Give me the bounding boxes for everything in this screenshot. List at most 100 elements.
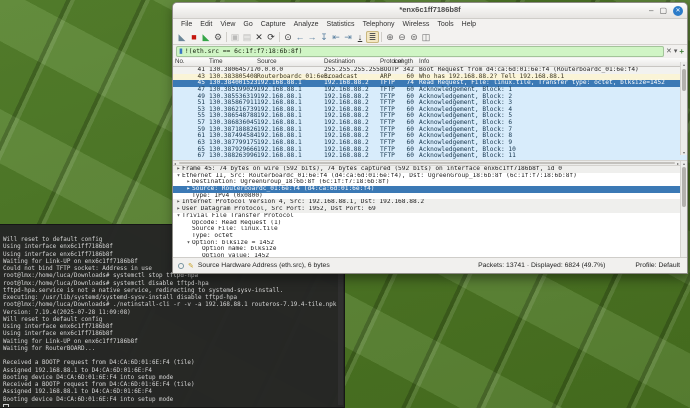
status-bar: ✎ Source Hardware Address (eth.src), 6 b… <box>173 257 687 273</box>
add-filter-button[interactable]: + <box>679 47 684 56</box>
clear-filter-icon[interactable]: ✕ <box>666 47 672 56</box>
capture-options-icon[interactable]: ⚙ <box>212 31 224 43</box>
colorize-icon[interactable]: ≣ <box>366 31 379 43</box>
cell-info: Acknowledgement, Block: 11 <box>419 153 516 160</box>
terminal-cursor <box>3 404 9 408</box>
detail-row[interactable]: Type: octet <box>173 233 687 240</box>
expander-icon[interactable]: ▾ <box>175 213 182 220</box>
terminal-line: Received a BOOTP request from D4:CA:6D:0… <box>3 360 344 367</box>
menu-analyze[interactable]: Analyze <box>290 21 323 28</box>
expander-icon[interactable]: ▸ <box>185 179 192 186</box>
indent-spacer <box>185 220 192 227</box>
hscroll-thumb[interactable] <box>179 162 675 164</box>
detail-row[interactable]: Source File: linux.tile <box>173 226 687 233</box>
auto-scroll-icon[interactable]: ↓ <box>354 31 366 43</box>
expander-icon[interactable]: ▸ <box>175 166 182 173</box>
terminal-line: Will reset to default config <box>3 317 344 324</box>
menu-go[interactable]: Go <box>239 21 256 28</box>
stop-capture-icon[interactable]: ■ <box>188 31 200 43</box>
expander-icon[interactable]: ▾ <box>185 240 192 247</box>
go-forward-icon[interactable]: → <box>306 31 318 43</box>
scroll-down-icon[interactable]: ▾ <box>681 150 687 155</box>
terminal-line: root@lmx:/home/luca/Downloads# systemctl… <box>3 281 344 288</box>
cell-no: 67 <box>175 153 205 160</box>
expert-info-icon[interactable] <box>178 263 184 269</box>
detail-row[interactable]: ▸Destination: UgreenGroup_18:6b:8f (6c:1… <box>173 179 687 186</box>
filter-bookmark-icon[interactable]: ▮ <box>179 47 183 56</box>
start-capture-icon[interactable]: ◣ <box>176 31 188 43</box>
menu-view[interactable]: View <box>216 21 239 28</box>
close-button[interactable]: ✕ <box>673 6 683 16</box>
scroll-up-icon[interactable]: ▴ <box>681 62 687 67</box>
zoom-100-icon[interactable]: ⊜ <box>408 31 420 43</box>
zoom-out-icon[interactable]: ⊖ <box>396 31 408 43</box>
packet-list-header[interactable]: No.TimeSourceDestinationProtocolLengthIn… <box>173 58 687 67</box>
detail-row[interactable]: ▾Trivial File Transfer Protocol <box>173 213 687 220</box>
menu-edit[interactable]: Edit <box>196 21 216 28</box>
menu-help[interactable]: Help <box>458 21 480 28</box>
detail-row[interactable]: ▾Ethernet II, Src: Routerboardc_01:6e:f4… <box>173 173 687 180</box>
detail-row[interactable]: Opcode: Read Request (1) <box>173 220 687 227</box>
column-header-time[interactable]: Time <box>209 58 223 66</box>
display-filter-input[interactable]: ▮ !(eth.src == 6c:1f:f7:18:6b:8f) <box>176 46 664 57</box>
last-packet-icon[interactable]: ⇥ <box>342 31 354 43</box>
detail-row[interactable]: Type: IPv4 (0x0800) <box>173 193 687 200</box>
go-back-icon[interactable]: ← <box>294 31 306 43</box>
restart-capture-icon[interactable]: ◣ <box>200 31 212 43</box>
detail-row[interactable]: ▸Source: Routerboardc_01:6e:f4 (d4:ca:6d… <box>173 186 687 193</box>
detail-row[interactable]: Option name: blksize <box>173 246 687 253</box>
column-header-src[interactable]: Source <box>257 58 277 66</box>
menu-capture[interactable]: Capture <box>257 21 290 28</box>
detail-row[interactable]: ▸User Datagram Protocol, Src Port: 1952,… <box>173 206 687 213</box>
find-packet-icon[interactable]: ⊙ <box>282 31 294 43</box>
expander-icon[interactable]: ▸ <box>185 186 192 193</box>
cell-time: 130.388263996 <box>209 153 257 160</box>
main-toolbar: ◣■◣⚙▣▤✕⟳⊙←→↧⇤⇥↓≣⊕⊖⊜◫ <box>173 30 687 45</box>
detail-text: Trivial File Transfer Protocol <box>182 213 294 219</box>
packet-list-vscrollbar[interactable]: ▴ ▾ <box>680 62 687 155</box>
detail-row[interactable]: ▸Internet Protocol Version 4, Src: 192.1… <box>173 199 687 206</box>
packet-row[interactable]: 67130.388263996192.168.88.1192.168.88.2T… <box>173 153 687 160</box>
first-packet-icon[interactable]: ⇤ <box>330 31 342 43</box>
title-bar[interactable]: *enx6c1ff7186b8f – ▢ ✕ <box>173 3 687 19</box>
detail-row[interactable]: ▾Option: blksize = 1452 <box>173 240 687 247</box>
terminal-line: Version: 7.19.4(2025-07-28 11:09:08) <box>3 310 344 317</box>
filter-text: !(eth.src == 6c:1f:f7:18:6b:8f) <box>185 48 303 55</box>
column-header-info[interactable]: Info <box>419 58 429 66</box>
detail-row[interactable]: ▸Frame 45: 74 bytes on wire (592 bits), … <box>173 166 687 173</box>
column-header-dst[interactable]: Destination <box>324 58 355 66</box>
menu-file[interactable]: File <box>177 21 196 28</box>
scroll-up-icon[interactable]: ▴ <box>681 161 687 166</box>
detail-text: Type: IPv4 (0x0800) <box>192 193 263 199</box>
vscroll-thumb[interactable] <box>682 69 686 91</box>
minimize-button[interactable]: – <box>649 4 653 17</box>
filter-dropdown-icon[interactable]: ▾ <box>674 47 678 56</box>
reload-icon[interactable]: ⟳ <box>265 31 277 43</box>
terminal-line: Assigned 192.168.88.1 to D4:CA:6D:01:6E:… <box>3 389 344 396</box>
vscroll-thumb[interactable] <box>682 167 686 207</box>
resize-columns-icon[interactable]: ◫ <box>420 31 432 43</box>
expander-icon[interactable]: ▾ <box>175 173 182 180</box>
close-capture-icon[interactable]: ✕ <box>253 31 265 43</box>
expander-icon[interactable]: ▸ <box>175 206 182 213</box>
terminal-line: Executing: /usr/lib/systemd/systemd-sysv… <box>3 295 344 302</box>
menu-wireless[interactable]: Wireless <box>398 21 433 28</box>
maximize-button[interactable]: ▢ <box>659 4 667 17</box>
status-profile[interactable]: Profile: Default <box>635 262 680 269</box>
menu-bar: FileEditViewGoCaptureAnalyzeStatisticsTe… <box>173 19 687 30</box>
detail-text: Source: Routerboardc_01:6e:f4 (d4:ca:6d:… <box>192 186 375 192</box>
details-vscrollbar[interactable]: ▴ ▾ <box>680 161 687 260</box>
go-to-packet-icon[interactable]: ↧ <box>318 31 330 43</box>
column-header-len[interactable]: Length <box>394 58 413 66</box>
desktop: Will reset to default configUsing interf… <box>0 0 690 408</box>
menu-telephony[interactable]: Telephony <box>359 21 399 28</box>
menu-tools[interactable]: Tools <box>433 21 457 28</box>
zoom-in-icon[interactable]: ⊕ <box>384 31 396 43</box>
save-file-icon: ▤ <box>241 31 253 43</box>
detail-text: User Datagram Protocol, Src Port: 1952, … <box>182 206 376 212</box>
expander-icon[interactable]: ▸ <box>175 199 182 206</box>
status-packet-counts: Packets: 13741 · Displayed: 6824 (49.7%) <box>478 262 605 269</box>
column-header-no[interactable]: No. <box>175 58 205 66</box>
capture-comment-icon[interactable]: ✎ <box>188 262 194 270</box>
menu-statistics[interactable]: Statistics <box>323 21 359 28</box>
